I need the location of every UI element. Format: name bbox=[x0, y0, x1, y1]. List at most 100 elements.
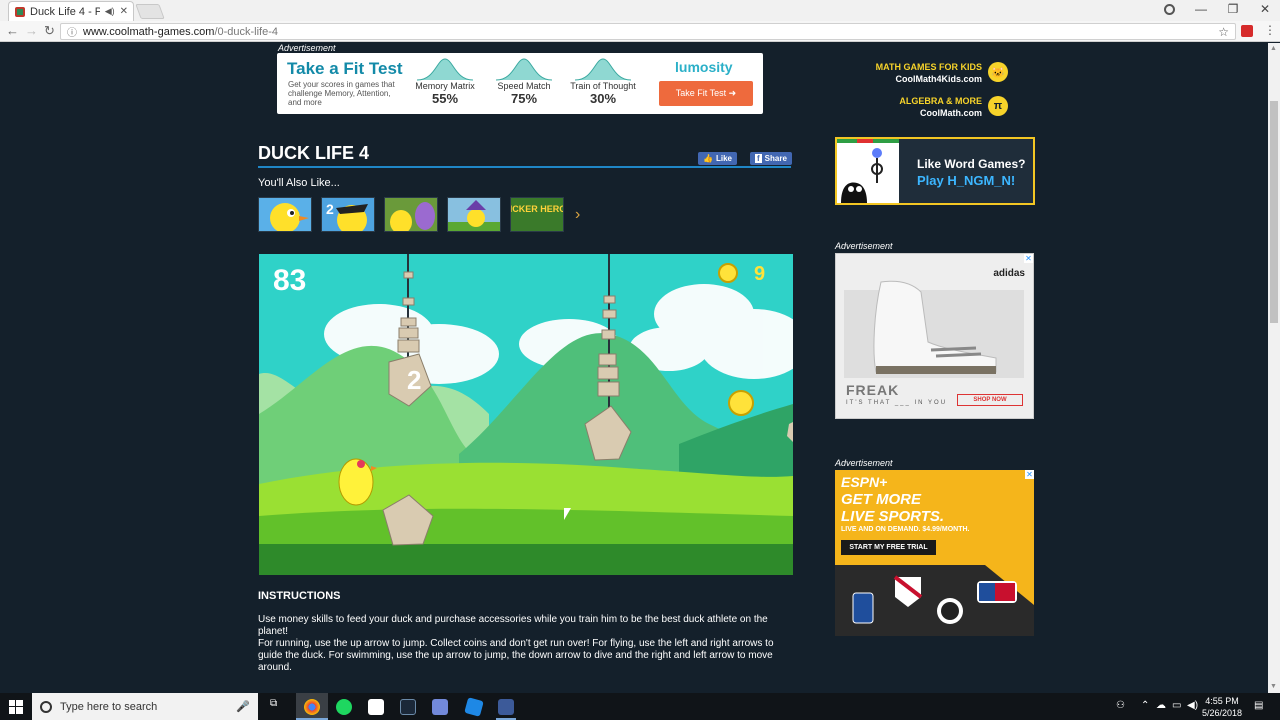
espn-headline-line: LIVE SPORTS. bbox=[841, 508, 945, 525]
microphone-icon[interactable]: 🎤 bbox=[236, 700, 250, 713]
thumb-label: CLICKER HEROES bbox=[511, 204, 564, 214]
espn-ad[interactable]: ✕ ESPN+ GET MORE LIVE SPORTS. LIVE AND O… bbox=[835, 470, 1034, 636]
volume-icon[interactable]: ◀) bbox=[1187, 700, 1198, 711]
steam-icon[interactable] bbox=[400, 699, 416, 715]
instructions-paragraph: For running, use the up arrow to jump. C… bbox=[258, 638, 774, 673]
instructions-text: Use money skills to feed your duck and p… bbox=[258, 614, 798, 674]
onedrive-icon[interactable]: ☁ bbox=[1156, 700, 1166, 711]
lumosity-logo: lumosity bbox=[675, 59, 733, 75]
metric-label: Train of Thought bbox=[570, 81, 636, 91]
distance-score: 83 bbox=[273, 264, 307, 297]
address-bar: ← → ↻ ⓘ www.coolmath-games.com/0-duck-li… bbox=[0, 21, 1280, 42]
tab-title: Duck Life 4 - Play it n bbox=[30, 5, 100, 18]
start-button[interactable] bbox=[0, 693, 32, 720]
taskbar-search[interactable]: Type here to search 🎤 bbox=[32, 693, 258, 720]
ad-close-icon[interactable]: ✕ bbox=[1025, 470, 1034, 479]
site-favicon-icon bbox=[15, 6, 25, 17]
reload-icon[interactable]: ↻ bbox=[44, 23, 55, 39]
title-divider bbox=[258, 166, 791, 168]
bell-curve-icon bbox=[495, 58, 553, 81]
url-input[interactable]: ⓘ www.coolmath-games.com/0-duck-life-4 ☆ bbox=[60, 23, 1236, 40]
metric-value: 55% bbox=[431, 91, 459, 106]
extension-icon[interactable] bbox=[1241, 25, 1253, 37]
free-trial-button[interactable]: START MY FREE TRIAL bbox=[841, 540, 936, 555]
spotify-icon[interactable] bbox=[336, 699, 352, 715]
ad-title: Take a Fit Test bbox=[287, 59, 403, 78]
minimize-icon[interactable]: — bbox=[1186, 2, 1216, 16]
taskbar: Type here to search 🎤 ⧉ ⚇ ⌃ ☁ ▭ ◀) 4:55 … bbox=[0, 693, 1280, 720]
chevron-right-icon[interactable]: › bbox=[575, 206, 580, 224]
related-game-thumb[interactable] bbox=[258, 197, 312, 232]
url-host: www.coolmath-games.com bbox=[83, 25, 215, 38]
ad-metric: Memory Matrix 55% bbox=[410, 57, 480, 106]
related-game-thumb[interactable] bbox=[384, 197, 438, 232]
espn-headline: GET MORE LIVE SPORTS. bbox=[841, 491, 944, 525]
rock-number-label: 2 bbox=[407, 365, 421, 395]
roblox-icon[interactable] bbox=[464, 697, 484, 717]
scroll-down-icon[interactable]: ▼ bbox=[1270, 683, 1277, 690]
page-title: DUCK LIFE 4 bbox=[258, 143, 370, 163]
coolmath4kids-link[interactable]: MATH GAMES FOR KIDS CoolMath4Kids.com bbox=[860, 61, 982, 85]
bell-curve-icon bbox=[416, 58, 474, 81]
side-link-url: CoolMath.com bbox=[920, 108, 982, 118]
network-icon[interactable]: ▭ bbox=[1172, 700, 1181, 711]
pi-logo-icon[interactable]: π bbox=[988, 96, 1008, 116]
people-icon[interactable]: ⚇ bbox=[1116, 700, 1125, 711]
notifications-icon[interactable]: ▤ bbox=[1254, 700, 1263, 711]
search-icon bbox=[40, 700, 52, 713]
side-link-url: CoolMath4Kids.com bbox=[895, 74, 982, 84]
task-view-icon[interactable]: ⧉ bbox=[270, 698, 277, 709]
related-game-thumb[interactable] bbox=[447, 197, 501, 232]
ad-metric: Speed Match 75% bbox=[489, 57, 559, 106]
facebook-share-button[interactable]: f Share bbox=[750, 152, 792, 165]
game-canvas[interactable]: 2 83 9 bbox=[259, 254, 793, 575]
app-icon[interactable] bbox=[498, 699, 514, 715]
discord-icon[interactable] bbox=[432, 699, 448, 715]
forward-icon[interactable]: → bbox=[25, 23, 38, 38]
related-game-thumb[interactable]: 2 bbox=[321, 197, 375, 232]
like-label: Like bbox=[715, 154, 732, 163]
metric-label: Speed Match bbox=[497, 81, 551, 91]
tab-bar: Duck Life 4 - Play it n ◀) ✕ — ❐ ✕ bbox=[0, 0, 1280, 21]
browser-menu-icon[interactable]: ⋮ bbox=[1264, 23, 1276, 37]
tray-expand-icon[interactable]: ⌃ bbox=[1141, 700, 1149, 711]
facebook-icon: f bbox=[755, 154, 762, 163]
scroll-up-icon[interactable]: ▲ bbox=[1270, 45, 1277, 52]
word-ad-cta: Play H_NGM_N! bbox=[917, 173, 1016, 188]
instructions-heading: INSTRUCTIONS bbox=[258, 590, 341, 602]
search-placeholder: Type here to search bbox=[60, 700, 158, 713]
word-games-ad[interactable]: Like Word Games? Play H_NGM_N! bbox=[835, 137, 1035, 205]
new-tab-button[interactable] bbox=[135, 4, 165, 19]
adidas-ad[interactable]: ✕ adidas FREAK IT'S THAT ___ IN YOU SHOP… bbox=[835, 253, 1034, 419]
related-game-thumb[interactable]: CLICKER HEROES bbox=[510, 197, 564, 232]
side-link-title: MATH GAMES FOR KIDS bbox=[875, 62, 982, 72]
terminal-icon[interactable] bbox=[368, 699, 384, 715]
hangman-image bbox=[837, 139, 899, 203]
page-scrollbar[interactable]: ▲ ▼ bbox=[1268, 43, 1280, 693]
ad-metric: Train of Thought 30% bbox=[568, 57, 638, 106]
tab-close-icon[interactable]: ✕ bbox=[120, 6, 133, 17]
profile-icon[interactable] bbox=[1164, 4, 1175, 15]
bookmark-star-icon[interactable]: ☆ bbox=[1218, 25, 1229, 39]
system-clock[interactable]: 4:55 PM 5/26/2018 bbox=[1200, 695, 1244, 719]
restore-icon[interactable]: ❐ bbox=[1218, 2, 1248, 16]
coolmath-link[interactable]: ALGEBRA & MORE CoolMath.com bbox=[860, 95, 982, 119]
metric-label: Memory Matrix bbox=[415, 81, 475, 91]
clock-date: 5/26/2018 bbox=[1201, 708, 1243, 718]
site-info-icon[interactable]: ⓘ bbox=[67, 24, 77, 39]
word-ad-title: Like Word Games? bbox=[917, 157, 1026, 171]
back-icon[interactable]: ← bbox=[6, 23, 19, 38]
url-path: /0-duck-life-4 bbox=[214, 25, 279, 38]
audio-playing-icon[interactable]: ◀) bbox=[105, 6, 115, 17]
facebook-like-button[interactable]: 👍 Like bbox=[698, 152, 737, 165]
chrome-icon[interactable] bbox=[304, 699, 320, 715]
lumosity-ad[interactable]: Take a Fit Test Get your scores in games… bbox=[277, 53, 763, 114]
take-fit-test-button[interactable]: Take Fit Test ➜ bbox=[659, 81, 753, 106]
browser-tab[interactable]: Duck Life 4 - Play it n ◀) ✕ bbox=[8, 1, 134, 21]
shop-now-button[interactable]: SHOP NOW bbox=[957, 394, 1023, 406]
also-like-heading: You'll Also Like... bbox=[258, 177, 340, 189]
cat-logo-icon[interactable]: 🐱 bbox=[988, 62, 1008, 82]
window-close-icon[interactable]: ✕ bbox=[1250, 2, 1280, 16]
scroll-thumb[interactable] bbox=[1270, 101, 1278, 323]
game-scene: 2 bbox=[259, 254, 793, 575]
